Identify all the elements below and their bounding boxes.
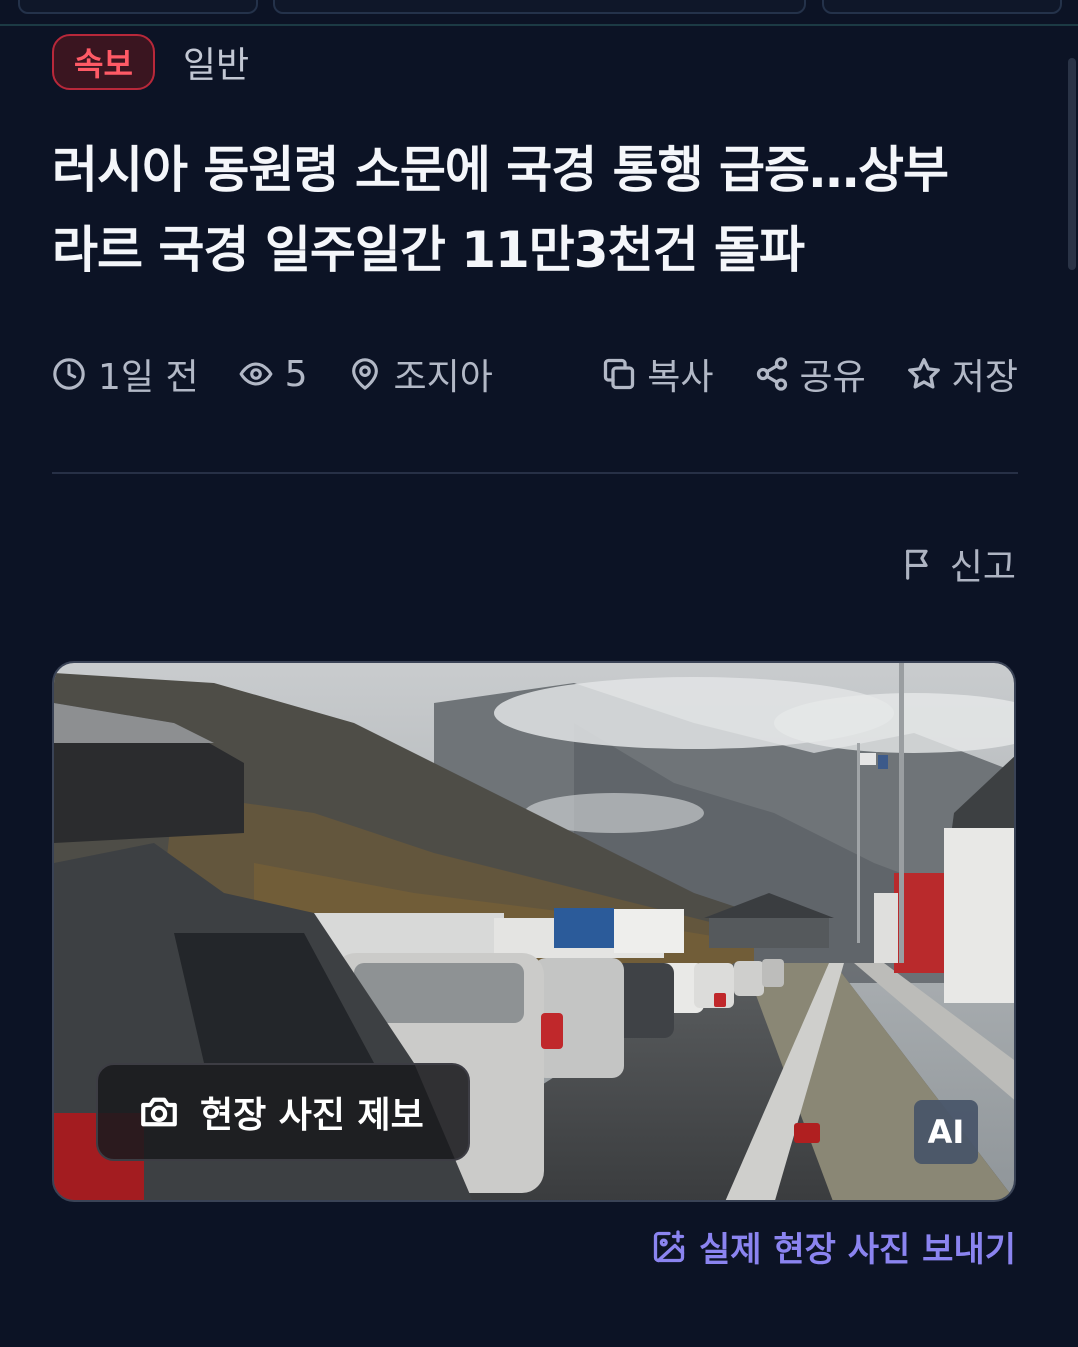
article-actions: 복사 공유 저장 (561, 348, 1018, 400)
top-tab[interactable] (273, 0, 806, 14)
flag-icon (905, 549, 928, 580)
map-pin-icon (351, 358, 378, 390)
camera-icon (141, 1097, 177, 1127)
divider (52, 472, 1018, 474)
published-time-text: 1일 전 (98, 357, 199, 398)
clock-icon (53, 358, 85, 390)
article-page: 속보 일반 러시아 동원령 소문에 국경 통행 급증…상부 라르 국경 일주일간… (0, 0, 1078, 1347)
view-count-text: 5 (284, 353, 308, 395)
submit-field-photo-label: 현장 사진 제보 (200, 1095, 424, 1136)
copy-icon (604, 358, 635, 390)
breaking-news-badge: 속보 (52, 34, 155, 90)
star-icon (907, 358, 940, 389)
send-real-photo-label: 실제 현장 사진 보내기 (698, 1230, 1016, 1270)
send-real-photo-link[interactable]: 실제 현장 사진 보내기 (651, 1222, 1016, 1271)
save-label: 저장 (951, 357, 1018, 398)
article-photo[interactable]: 현장 사진 제보 AI (52, 661, 1016, 1202)
article-meta: 1일 전 5 조지아 복사 공유 저장 (52, 346, 1018, 402)
top-tab-bar (0, 0, 1078, 26)
top-tab[interactable] (18, 0, 258, 14)
save-button[interactable]: 저장 (906, 348, 1018, 400)
share-label: 공유 (799, 357, 866, 398)
copy-label: 복사 (647, 357, 714, 398)
view-count: 5 (239, 354, 308, 395)
image-plus-icon (653, 1229, 685, 1262)
ai-generated-badge: AI (914, 1100, 978, 1164)
article-headline: 러시아 동원령 소문에 국경 통행 급증…상부 라르 국경 일주일간 11만3천… (52, 130, 1027, 290)
report-button[interactable]: 신고 (902, 538, 1016, 590)
location: 조지아 (348, 348, 493, 400)
location-text: 조지아 (393, 357, 493, 398)
report-label: 신고 (949, 547, 1016, 588)
share-button[interactable]: 공유 (754, 348, 866, 400)
article-tags: 속보 일반 (52, 34, 249, 90)
scrollbar[interactable] (1068, 58, 1076, 270)
headline-line: 러시아 동원령 소문에 국경 통행 급증…상부 (52, 141, 949, 199)
submit-field-photo-button[interactable]: 현장 사진 제보 (96, 1063, 470, 1161)
top-tab[interactable] (822, 0, 1062, 14)
published-time: 1일 전 (52, 348, 199, 400)
category-label: 일반 (182, 45, 250, 86)
copy-button[interactable]: 복사 (601, 348, 714, 400)
eye-icon (239, 362, 273, 386)
share-icon (756, 357, 787, 391)
headline-line: 라르 국경 일주일간 11만3천건 돌파 (52, 221, 805, 279)
